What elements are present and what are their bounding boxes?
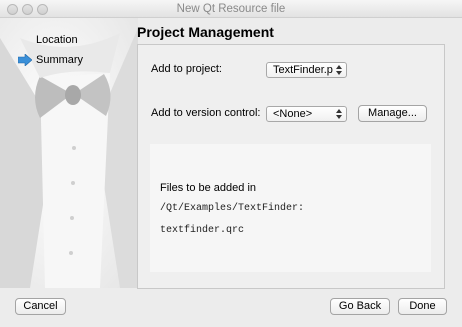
version-control-label: Add to version control: [151,107,261,119]
version-control-select-value: <None> [273,108,313,120]
files-path: /Qt/Examples/TextFinder: [160,203,305,214]
project-select-value: TextFinder.p [273,64,333,76]
project-label: Add to project: [151,63,222,75]
page-title: Project Management [137,24,274,40]
step-summary: Summary [36,54,84,66]
file-item: textfinder.qrc [160,225,245,236]
up-down-arrows-icon [336,65,342,75]
project-select[interactable]: TextFinder.p [266,62,347,78]
done-button[interactable]: Done [398,298,447,315]
manage-button[interactable]: Manage... [358,105,427,122]
go-back-button[interactable]: Go Back [330,298,390,315]
wizard-sidebar: Location Summary [0,18,138,288]
window-title: New Qt Resource file [176,3,286,15]
title-bar: New Qt Resource file [0,0,462,18]
up-down-arrows-icon [336,109,342,119]
blue-arrow-icon [18,54,32,66]
step-location: Location [36,34,78,46]
version-control-select[interactable]: <None> [266,106,347,122]
cancel-button[interactable]: Cancel [15,298,66,315]
files-title: Files to be added in [160,182,257,194]
